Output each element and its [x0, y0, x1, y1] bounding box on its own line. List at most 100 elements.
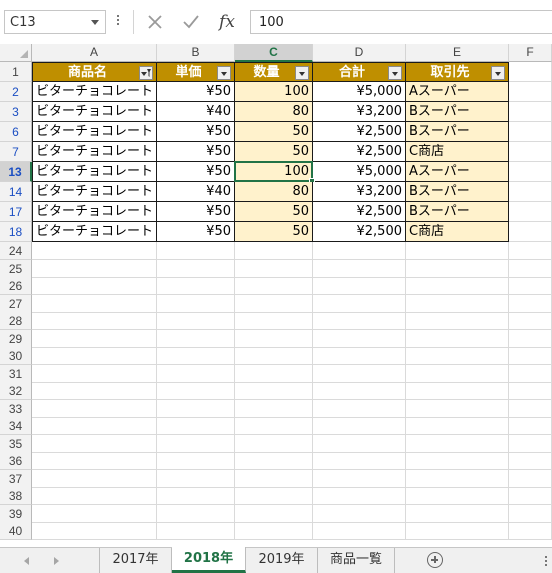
more-options-icon[interactable] [115, 13, 121, 31]
cell[interactable] [509, 277, 552, 295]
column-header-d[interactable]: D [313, 44, 406, 62]
cell[interactable] [235, 417, 313, 435]
table-cell-customer[interactable]: Bスーパー [406, 182, 509, 202]
table-cell-price[interactable]: ¥40 [157, 182, 235, 202]
row-header[interactable]: 2 [0, 82, 32, 102]
cell[interactable] [313, 399, 406, 418]
table-cell-total[interactable]: ¥3,200 [313, 182, 406, 202]
cell[interactable] [406, 522, 509, 540]
cell[interactable] [235, 294, 313, 313]
row-header[interactable]: 37 [0, 469, 32, 488]
chevron-down-icon[interactable] [91, 20, 99, 25]
cell[interactable] [235, 434, 313, 453]
cell[interactable] [509, 259, 552, 278]
table-cell-product[interactable]: ビターチョコレート [32, 82, 157, 102]
filter-dropdown-icon[interactable] [217, 66, 231, 80]
sheet-tab[interactable]: 2017年 [99, 548, 172, 573]
table-header-cell[interactable]: 数量 [235, 62, 313, 82]
table-cell-qty[interactable]: 50 [235, 202, 313, 222]
table-cell-total[interactable]: ¥2,500 [313, 222, 406, 242]
row-header[interactable]: 3 [0, 102, 32, 122]
cell[interactable] [235, 364, 313, 383]
cell[interactable] [235, 469, 313, 488]
row-header[interactable]: 6 [0, 122, 32, 142]
row-header[interactable]: 14 [0, 182, 32, 202]
cell[interactable] [313, 294, 406, 313]
cell[interactable] [235, 259, 313, 278]
cell[interactable] [235, 347, 313, 365]
cell[interactable] [157, 469, 235, 488]
cell[interactable] [32, 522, 157, 540]
cell[interactable] [235, 399, 313, 418]
cell[interactable] [509, 202, 552, 222]
sheet-tab[interactable]: 2018年 [172, 547, 246, 573]
cell[interactable] [157, 522, 235, 540]
cell[interactable] [235, 329, 313, 348]
cell[interactable] [509, 222, 552, 242]
row-header[interactable]: 36 [0, 452, 32, 470]
cell[interactable] [313, 487, 406, 505]
cell[interactable] [406, 364, 509, 383]
table-cell-price[interactable]: ¥50 [157, 122, 235, 142]
cell[interactable] [406, 329, 509, 348]
table-cell-total[interactable]: ¥5,000 [313, 82, 406, 102]
cell[interactable] [157, 259, 235, 278]
row-header[interactable]: 39 [0, 504, 32, 523]
cell[interactable] [406, 469, 509, 488]
cell[interactable] [235, 382, 313, 400]
cell[interactable] [32, 399, 157, 418]
table-cell-total[interactable]: ¥3,200 [313, 102, 406, 122]
cell[interactable] [509, 452, 552, 470]
filter-dropdown-icon[interactable] [388, 66, 402, 80]
more-tabs-icon[interactable] [545, 556, 548, 566]
table-cell-qty[interactable]: 80 [235, 102, 313, 122]
check-icon[interactable] [177, 11, 205, 33]
table-cell-qty[interactable]: 50 [235, 142, 313, 162]
cell[interactable] [509, 417, 552, 435]
cell[interactable] [313, 452, 406, 470]
cell[interactable] [32, 347, 157, 365]
scroll-tabs-right-icon[interactable] [54, 557, 59, 565]
row-header[interactable]: 35 [0, 434, 32, 453]
row-header[interactable]: 38 [0, 487, 32, 505]
cell[interactable] [509, 82, 552, 102]
cell[interactable] [406, 452, 509, 470]
cell[interactable] [235, 277, 313, 295]
table-cell-qty[interactable]: 50 [235, 122, 313, 142]
table-cell-customer[interactable]: Bスーパー [406, 122, 509, 142]
row-header[interactable]: 26 [0, 277, 32, 295]
table-cell-price[interactable]: ¥50 [157, 162, 235, 182]
table-cell-total[interactable]: ¥2,500 [313, 122, 406, 142]
filter-dropdown-icon[interactable] [491, 66, 505, 80]
cell[interactable] [406, 347, 509, 365]
sheet-tab[interactable]: 2019年 [246, 548, 318, 573]
insert-function-button[interactable]: fx [213, 11, 241, 33]
row-header[interactable]: 18 [0, 222, 32, 242]
cell[interactable] [509, 142, 552, 162]
row-header[interactable]: 17 [0, 202, 32, 222]
cell[interactable] [509, 522, 552, 540]
table-cell-qty[interactable]: 100 [235, 162, 313, 182]
table-header-cell[interactable]: 合計 [313, 62, 406, 82]
cell[interactable] [32, 329, 157, 348]
cell[interactable] [235, 242, 313, 260]
row-header[interactable]: 32 [0, 382, 32, 400]
cell[interactable] [509, 469, 552, 488]
column-header-b[interactable]: B [157, 44, 235, 62]
cell[interactable] [157, 399, 235, 418]
table-cell-product[interactable]: ビターチョコレート [32, 122, 157, 142]
cell[interactable] [157, 347, 235, 365]
row-header[interactable]: 30 [0, 347, 32, 365]
cell[interactable] [509, 504, 552, 523]
table-cell-total[interactable]: ¥2,500 [313, 142, 406, 162]
table-cell-customer[interactable]: C商店 [406, 142, 509, 162]
cell[interactable] [406, 399, 509, 418]
cell[interactable] [509, 399, 552, 418]
formula-input[interactable]: 100 [250, 10, 552, 34]
cell[interactable] [157, 417, 235, 435]
cell[interactable] [157, 382, 235, 400]
table-header-cell[interactable]: 単価 [157, 62, 235, 82]
table-cell-product[interactable]: ビターチョコレート [32, 222, 157, 242]
cell[interactable] [235, 522, 313, 540]
cell[interactable] [313, 417, 406, 435]
